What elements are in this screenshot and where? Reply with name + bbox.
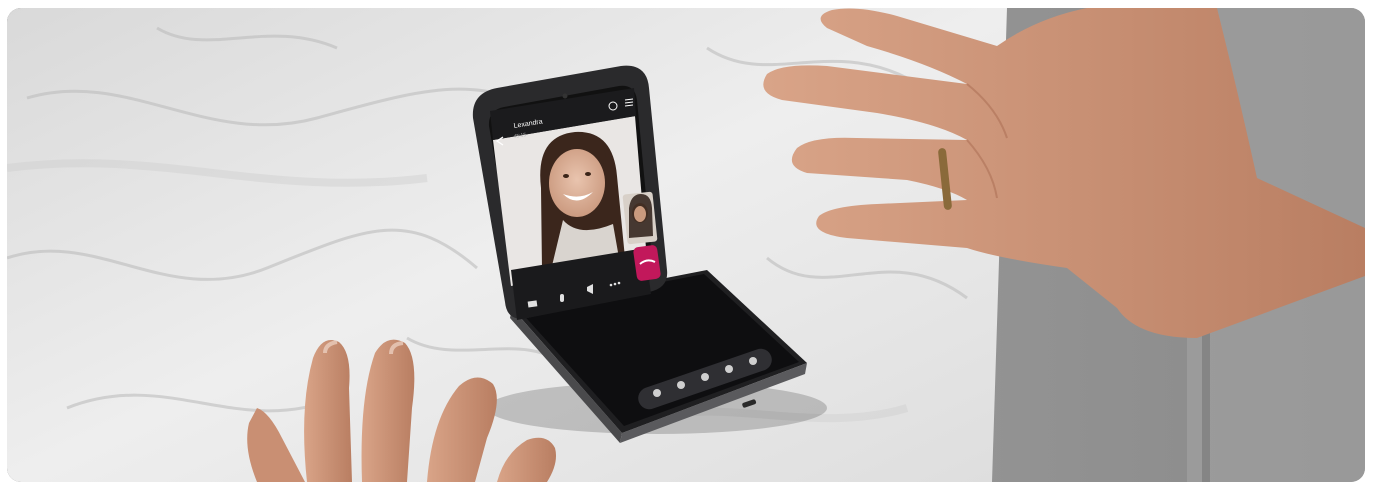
phone-top-half: Lexandra 45:15 <box>472 65 668 320</box>
photo-scene: Lexandra 45:15 <box>7 8 1365 482</box>
end-call-button[interactable] <box>633 244 661 281</box>
video-toggle-icon[interactable] <box>527 300 538 308</box>
phone-screen: Lexandra 45:15 <box>490 88 661 320</box>
front-camera <box>562 93 568 99</box>
mute-icon[interactable] <box>560 294 564 302</box>
photo-frame: Lexandra 45:15 <box>7 8 1365 482</box>
self-view-video <box>622 191 658 245</box>
